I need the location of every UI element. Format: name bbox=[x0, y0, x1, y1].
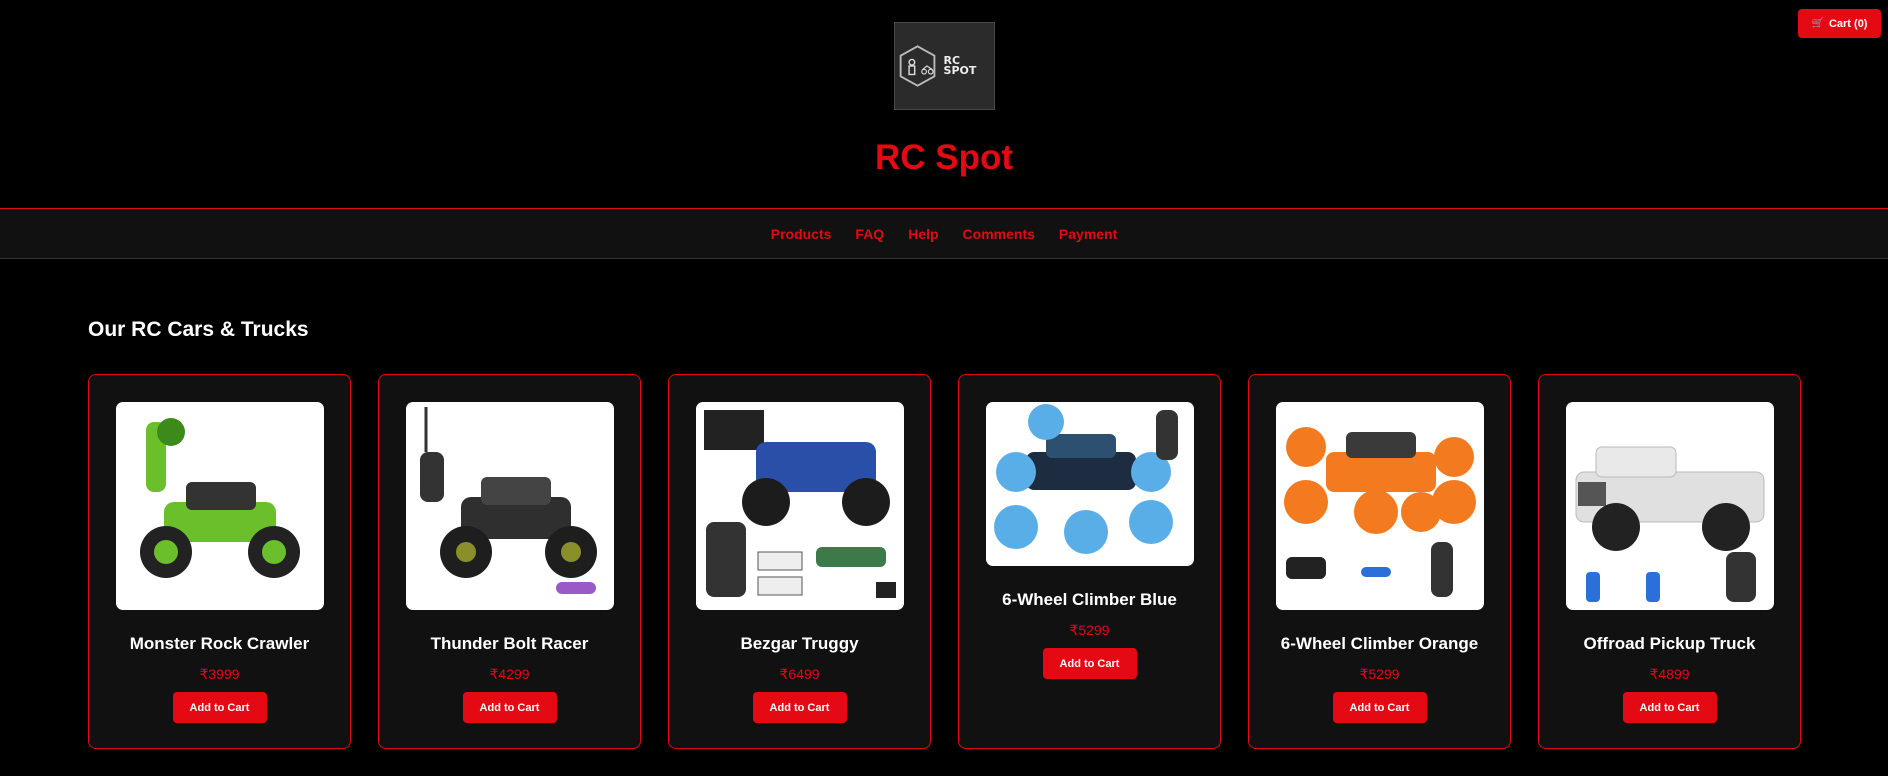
product-card: 6-Wheel Climber Orange ₹5299 Add to Cart bbox=[1248, 374, 1511, 749]
logo-emblem-icon bbox=[899, 45, 935, 87]
product-image[interactable] bbox=[985, 402, 1194, 566]
nav-link-faq[interactable]: FAQ bbox=[855, 226, 884, 242]
nav-link-help[interactable]: Help bbox=[908, 226, 938, 242]
section-heading: Our RC Cars & Trucks bbox=[88, 318, 309, 341]
cart-button[interactable]: 🛒 Cart (0) bbox=[1798, 9, 1881, 38]
product-price: ₹6499 bbox=[779, 666, 820, 682]
rc-car-image bbox=[1575, 446, 1764, 602]
add-to-cart-button[interactable]: Add to Cart bbox=[172, 692, 267, 723]
add-to-cart-button[interactable]: Add to Cart bbox=[752, 692, 847, 723]
product-card: Monster Rock Crawler ₹3999 Add to Cart bbox=[88, 374, 351, 749]
product-card: 6-Wheel Climber Blue ₹5299 Add to Cart bbox=[958, 374, 1221, 749]
main-nav: Products FAQ Help Comments Payment bbox=[0, 208, 1888, 259]
product-image[interactable] bbox=[695, 402, 904, 610]
product-image[interactable] bbox=[115, 402, 324, 610]
product-card: Thunder Bolt Racer ₹4299 Add to Cart bbox=[378, 374, 641, 749]
cart-label: Cart (0) bbox=[1828, 17, 1868, 30]
product-name: Offroad Pickup Truck bbox=[1583, 634, 1756, 653]
product-name: 6-Wheel Climber Orange bbox=[1280, 634, 1479, 653]
product-card: Offroad Pickup Truck ₹4899 Add to Cart bbox=[1538, 374, 1801, 749]
product-image[interactable] bbox=[405, 402, 614, 610]
rc-car-image bbox=[139, 418, 300, 578]
logo-text: RC SPOT bbox=[943, 54, 977, 77]
product-price: ₹5299 bbox=[1069, 622, 1110, 638]
add-to-cart-button[interactable]: Add to Cart bbox=[1622, 692, 1717, 723]
site-header: RC SPOT RC Spot bbox=[0, 0, 1888, 208]
rc-car-image bbox=[1283, 427, 1476, 597]
product-name: Monster Rock Crawler bbox=[129, 634, 310, 653]
rc-car-image bbox=[993, 404, 1178, 554]
product-name: Thunder Bolt Racer bbox=[430, 634, 589, 653]
product-price: ₹4899 bbox=[1649, 666, 1690, 682]
product-price: ₹4299 bbox=[489, 666, 530, 682]
add-to-cart-button[interactable]: Add to Cart bbox=[1042, 648, 1137, 679]
nav-link-comments[interactable]: Comments bbox=[963, 226, 1035, 242]
site-logo[interactable]: RC SPOT bbox=[893, 22, 995, 110]
product-price: ₹3999 bbox=[199, 666, 240, 682]
product-name: Bezgar Truggy bbox=[740, 634, 859, 653]
rc-car-image bbox=[419, 407, 597, 594]
page-title: RC Spot bbox=[874, 138, 1014, 177]
product-image[interactable] bbox=[1275, 402, 1484, 610]
add-to-cart-button[interactable]: Add to Cart bbox=[462, 692, 557, 723]
cart-icon: 🛒 bbox=[1811, 18, 1824, 29]
product-image[interactable] bbox=[1565, 402, 1774, 610]
nav-link-products[interactable]: Products bbox=[771, 226, 832, 242]
product-card: Bezgar Truggy ₹6499 Add to Cart bbox=[668, 374, 931, 749]
product-name: 6-Wheel Climber Blue bbox=[1002, 590, 1177, 609]
product-price: ₹5299 bbox=[1359, 666, 1400, 682]
nav-link-payment[interactable]: Payment bbox=[1059, 226, 1117, 242]
rc-car-image bbox=[703, 410, 896, 598]
product-grid: Monster Rock Crawler ₹3999 Add to Cart T… bbox=[88, 374, 1801, 749]
add-to-cart-button[interactable]: Add to Cart bbox=[1332, 692, 1427, 723]
